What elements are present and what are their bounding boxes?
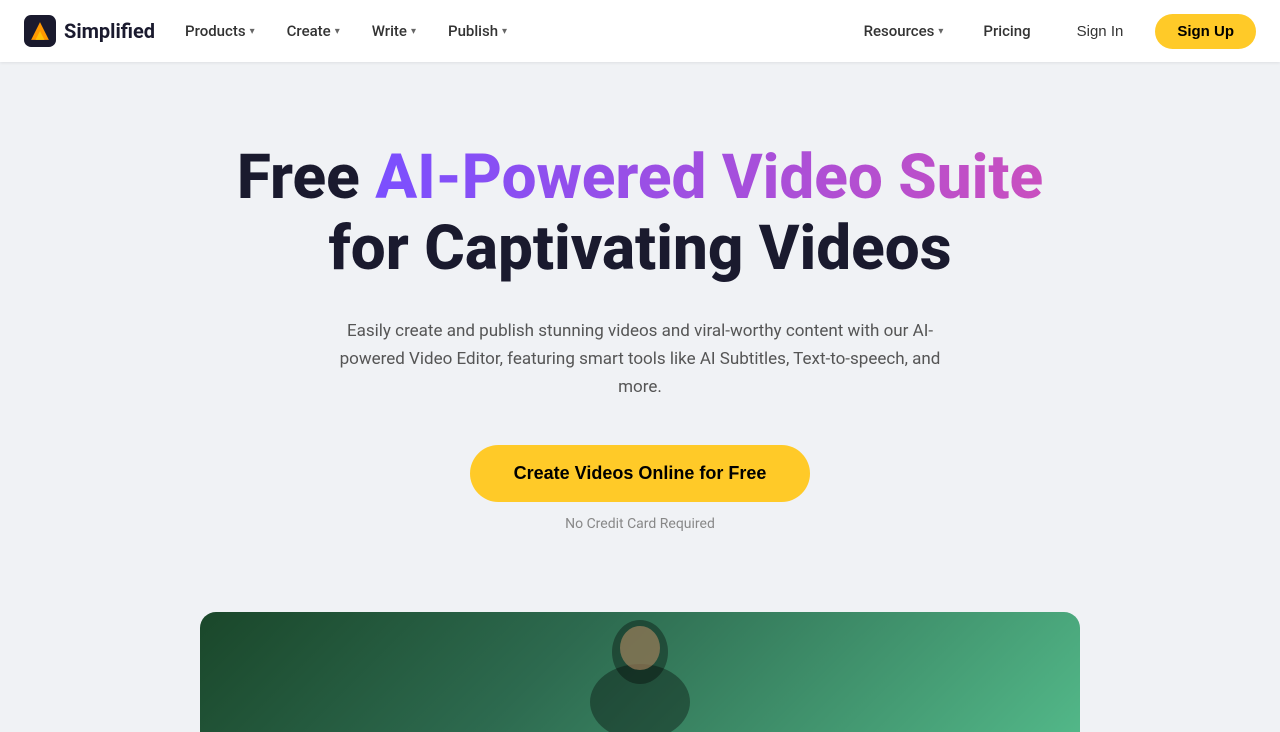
hero-subtitle: Easily create and publish stunning video… [320,317,960,401]
logo-text: Simplified [64,19,155,43]
chevron-down-icon: ▾ [938,26,943,37]
nav-resources[interactable]: Resources ▾ [850,14,958,48]
nav-write-label: Write [372,22,407,40]
nav-left-items: Products ▾ Create ▾ Write ▾ Publish ▾ [171,14,521,48]
nav-pricing[interactable]: Pricing [969,14,1044,48]
chevron-down-icon: ▾ [502,26,507,37]
video-preview [200,612,1080,732]
hero-title-part2: for Captivating Videos [328,212,951,285]
nav-pricing-label: Pricing [983,22,1030,40]
chevron-down-icon: ▾ [411,26,416,37]
no-card-text: No Credit Card Required [565,516,715,532]
nav-write[interactable]: Write ▾ [358,14,430,48]
video-preview-wrapper [0,612,1280,732]
hero-section: Free AI-Powered Video Suite for Captivat… [0,62,1280,572]
nav-right-items: Resources ▾ Pricing Sign In Sign Up [850,14,1256,49]
logo-link[interactable]: Simplified [24,15,155,47]
video-preview-bg [200,612,1080,732]
signup-button[interactable]: Sign Up [1155,14,1256,49]
chevron-down-icon: ▾ [335,26,340,37]
hero-title-part1: Free [237,141,375,214]
navbar: Simplified Products ▾ Create ▾ Write ▾ P… [0,0,1280,62]
person-silhouette [530,612,750,732]
nav-products-label: Products [185,22,246,40]
nav-create[interactable]: Create ▾ [273,14,354,48]
nav-publish[interactable]: Publish ▾ [434,14,521,48]
cta-button[interactable]: Create Videos Online for Free [470,445,811,502]
signin-button[interactable]: Sign In [1057,15,1144,48]
hero-title: Free AI-Powered Video Suite for Captivat… [190,142,1090,285]
nav-create-label: Create [287,22,331,40]
hero-title-gradient: AI-Powered Video Suite [375,141,1043,214]
chevron-down-icon: ▾ [250,26,255,37]
nav-resources-label: Resources [864,22,935,40]
logo-icon [24,15,56,47]
nav-publish-label: Publish [448,22,498,40]
nav-products[interactable]: Products ▾ [171,14,269,48]
